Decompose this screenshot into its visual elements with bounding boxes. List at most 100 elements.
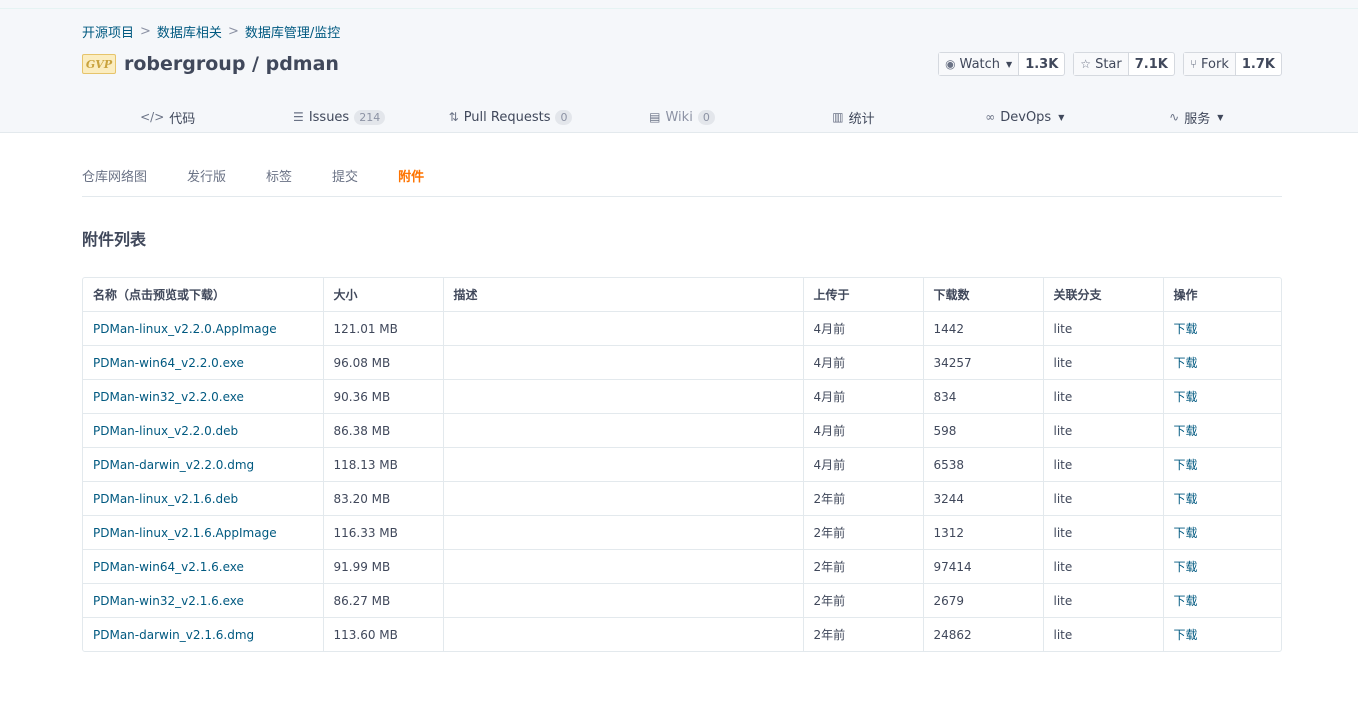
download-link[interactable]: 下载 [1174,390,1198,404]
breadcrumb-item-database[interactable]: 数据库相关 [157,22,222,41]
col-action-header: 操作 [1163,278,1281,312]
download-link[interactable]: 下载 [1174,322,1198,336]
upload-time-cell: 2年前 [803,583,924,618]
download-count: 34257 [933,355,972,370]
file-name-link[interactable]: PDMan-win64_v2.1.6.exe [93,560,244,574]
file-name-link[interactable]: PDMan-win64_v2.2.0.exe [93,356,244,370]
upload-time-cell: 4月前 [803,311,924,346]
fork-count[interactable]: 1.7K [1236,53,1281,75]
star-button[interactable]: ☆ Star [1074,53,1129,75]
branch-name-cell: lite [1043,549,1164,584]
upload-time-cell: 2年前 [803,549,924,584]
branch-name-cell: lite [1043,345,1164,380]
gvp-badge[interactable]: GVP [82,54,116,74]
star-button-group: ☆ Star 7.1K [1073,52,1175,76]
download-link[interactable]: 下载 [1174,458,1198,472]
watch-count[interactable]: 1.3K [1019,53,1064,75]
subtab-network[interactable]: 仓库网络图 [82,166,147,196]
tab-stats[interactable]: ▥ 统计 [768,101,939,133]
upload-time-cell: 4月前 [803,379,924,414]
download-link-cell: 下载 [1163,345,1281,380]
file-name-link-cell: PDMan-darwin_v2.2.0.dmg [83,447,324,482]
tab-services[interactable]: ∿ 服务 ▼ [1111,101,1282,133]
breadcrumb-item-db-management[interactable]: 数据库管理/监控 [245,22,340,41]
tab-wiki[interactable]: ▤ Wiki 0 [596,101,767,133]
tab-devops[interactable]: ∞ DevOps ▼ [939,101,1110,133]
infinity-icon: ∞ [985,110,996,124]
file-description-cell [443,549,804,584]
table-row: PDMan-linux_v2.2.0.AppImage 121.01 MB 4月前 1… [83,311,1281,346]
branch-name: lite [1053,355,1073,370]
download-count: 6538 [933,457,965,472]
file-size: 86.27 MB [333,593,391,608]
file-description-cell [443,413,804,448]
branch-name-cell: lite [1043,481,1164,516]
file-name-link[interactable]: PDMan-win32_v2.1.6.exe [93,594,244,608]
subtab-releases[interactable]: 发行版 [187,166,226,196]
file-name-link[interactable]: PDMan-linux_v2.2.0.deb [93,424,238,438]
file-name-link[interactable]: PDMan-darwin_v2.2.0.dmg [93,458,254,472]
upload-time: 2年前 [813,526,846,540]
file-description-cell [443,583,804,618]
breadcrumb-separator: > [227,24,239,39]
code-icon: </> [140,110,165,124]
file-name-link[interactable]: PDMan-win32_v2.2.0.exe [93,390,244,404]
watch-button[interactable]: ◉ Watch ▼ [939,53,1020,75]
download-link[interactable]: 下载 [1174,526,1198,540]
upload-time: 2年前 [813,628,846,642]
star-count[interactable]: 7.1K [1129,53,1174,75]
tab-issues[interactable]: ☰ Issues 214 [253,101,424,133]
download-link[interactable]: 下载 [1174,356,1198,370]
repo-title[interactable]: robergroup / pdman [124,53,339,75]
download-count-cell: 1442 [923,311,1044,346]
file-name-link-cell: PDMan-win64_v2.1.6.exe [83,549,324,584]
wiki-icon: ▤ [649,110,661,124]
file-size-cell: 86.38 MB [323,413,444,448]
watch-label: Watch [959,56,1001,72]
file-name-link[interactable]: PDMan-linux_v2.2.0.AppImage [93,322,277,336]
download-link[interactable]: 下载 [1174,560,1198,574]
file-description-cell [443,345,804,380]
download-link[interactable]: 下载 [1174,424,1198,438]
download-link-cell: 下载 [1163,515,1281,550]
download-link[interactable]: 下载 [1174,628,1198,642]
file-name-link[interactable]: PDMan-linux_v2.1.6.deb [93,492,238,506]
file-size-cell: 90.36 MB [323,379,444,414]
tab-code[interactable]: </> 代码 [82,101,253,133]
file-name-link-cell: PDMan-win64_v2.2.0.exe [83,345,324,380]
download-link[interactable]: 下载 [1174,492,1198,506]
branch-name: lite [1053,321,1073,336]
download-count: 24862 [933,627,972,642]
upload-time: 2年前 [813,560,846,574]
fork-button[interactable]: ⑂ Fork [1183,53,1236,75]
branch-name-cell: lite [1043,447,1164,482]
issues-count-badge: 214 [354,109,386,125]
branch-name: lite [1053,423,1073,438]
breadcrumb-item-open-source[interactable]: 开源项目 [82,22,134,41]
subtab-attachments[interactable]: 附件 [398,166,424,196]
subtab-commits[interactable]: 提交 [332,166,358,196]
file-size: 118.13 MB [333,457,398,472]
section-title: 附件列表 [82,230,147,249]
file-name-link[interactable]: PDMan-linux_v2.1.6.AppImage [93,526,277,540]
subtab-tags[interactable]: 标签 [266,166,292,196]
tab-services-label: 服务 [1184,111,1211,127]
tab-pull-requests[interactable]: ⇅ Pull Requests 0 [425,101,596,133]
download-link-cell: 下载 [1163,481,1281,516]
download-link[interactable]: 下载 [1174,594,1198,608]
col-size-header: 大小 [323,278,444,312]
table-row: PDMan-win32_v2.2.0.exe 90.36 MB 4月前 834 lite… [83,379,1281,414]
download-count-cell: 2679 [923,583,1044,618]
branch-name: lite [1053,627,1073,642]
download-count-cell: 598 [923,413,1044,448]
tab-issues-label: Issues [308,109,350,125]
file-name-link[interactable]: PDMan-darwin_v2.1.6.dmg [93,628,254,642]
tab-wiki-label: Wiki [665,109,693,125]
issues-icon: ☰ [293,110,304,124]
branch-name-cell: lite [1043,617,1164,651]
download-count-cell: 1312 [923,515,1044,550]
file-size-cell: 83.20 MB [323,481,444,516]
star-label: Star [1095,56,1122,72]
download-count-cell: 34257 [923,345,1044,380]
upload-time: 4月前 [813,390,846,404]
